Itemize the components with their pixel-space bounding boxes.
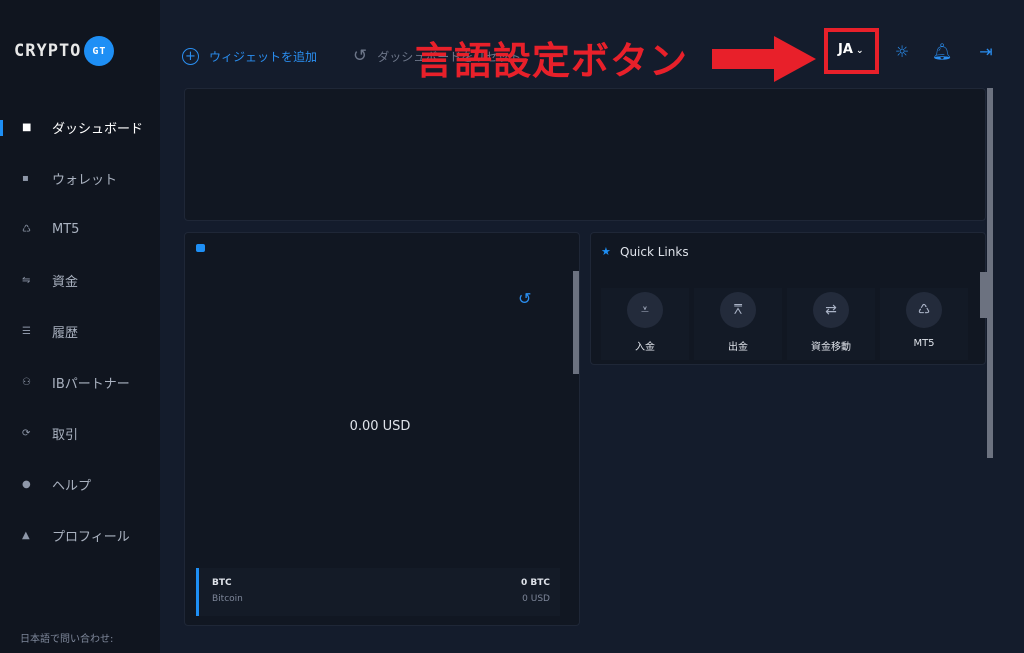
sync-icon: ⟳ [22, 428, 31, 439]
wallet-widget: ↺ 0.00 USD BTC Bitcoin 0 BTC 0 USD [184, 232, 580, 626]
bell-icon[interactable]: 🔔︎ [930, 40, 954, 62]
deposit-icon: ⩡ [627, 292, 663, 328]
logo-badge: GT [84, 36, 115, 66]
wallet-total: 0.00 USD [349, 419, 411, 434]
sidebar-item-profile[interactable]: ▲ プロフィール [0, 510, 160, 561]
asset-amount: 0 BTC [521, 578, 550, 588]
help-icon: ● [22, 479, 31, 490]
history-icon[interactable]: ↺ [518, 289, 531, 308]
quick-link-withdraw[interactable]: ⩞ 出金 [694, 288, 782, 360]
quick-link-label: MT5 [913, 338, 935, 349]
logout-icon[interactable]: ⇥ [974, 40, 998, 62]
transfer-icon: ⇋ [22, 275, 31, 286]
partner-icon: ⚇ [22, 377, 31, 388]
add-widget-label: ウィジェットを追加 [209, 49, 318, 64]
sidebar-item-label: IBパートナー [52, 377, 130, 392]
user-icon: ▲ [22, 530, 30, 541]
wallet-icon: ▪ [22, 173, 29, 184]
mt5-icon: ♺ [22, 224, 31, 235]
sidebar-item-label: MT5 [52, 222, 80, 237]
top-widget [184, 88, 986, 221]
sidebar-item-label: ウォレット [52, 173, 118, 188]
quick-links-title: Quick Links [620, 245, 689, 259]
transfer-icon: ⇄ [813, 292, 849, 328]
sidebar-item-label: 履歴 [52, 326, 79, 341]
grid-icon: ■ [22, 122, 32, 133]
quick-link-label: 入金 [635, 342, 655, 353]
star-icon: ★ [601, 245, 611, 258]
asset-name: Bitcoin [212, 594, 243, 604]
asset-row-btc[interactable]: BTC Bitcoin 0 BTC 0 USD [196, 568, 560, 616]
add-widget-button[interactable]: + ウィジェットを追加 [182, 47, 318, 65]
logo[interactable]: CRYPTO GT [14, 36, 115, 66]
annotation-arrow-icon [712, 36, 816, 82]
mt5-icon: ♺ [906, 292, 942, 328]
sidebar-item-history[interactable]: ☰ 履歴 [0, 306, 160, 357]
sidebar-item-funds[interactable]: ⇋ 資金 [0, 255, 160, 306]
sidebar-item-ib-partner[interactable]: ⚇ IBパートナー [0, 357, 160, 408]
sidebar-item-dashboard[interactable]: ■ ダッシュボード [0, 102, 160, 153]
asset-usd: 0 USD [522, 594, 550, 604]
contact-text: 日本語で問い合わせ: [20, 634, 114, 645]
sidebar-item-label: 資金 [52, 275, 79, 290]
quick-link-transfer[interactable]: ⇄ 資金移動 [787, 288, 875, 360]
theme-toggle-sun-icon[interactable]: ☼ [890, 40, 914, 62]
sidebar-nav: ■ ダッシュボード ▪ ウォレット ♺ MT5 ⇋ 資金 ☰ 履歴 ⚇ IBパートナー ⟳ 取… [0, 102, 160, 561]
wallet-icon [196, 244, 205, 252]
sidebar-item-label: プロフィール [52, 530, 130, 545]
annotation-label: 言語設定ボタン [415, 39, 689, 83]
plus-icon: + [182, 47, 199, 65]
annotation-highlight-box [824, 28, 879, 74]
quick-link-deposit[interactable]: ⩡ 入金 [601, 288, 689, 360]
sidebar-item-help[interactable]: ● ヘルプ [0, 459, 160, 510]
sidebar: CRYPTO GT ■ ダッシュボード ▪ ウォレット ♺ MT5 ⇋ 資金 ☰ 履歴 ⚇ I… [0, 0, 160, 653]
withdraw-icon: ⩞ [720, 292, 756, 328]
sidebar-item-trade[interactable]: ⟳ 取引 [0, 408, 160, 459]
quick-link-label: 資金移動 [811, 342, 851, 353]
asset-symbol: BTC [212, 578, 232, 588]
logo-text: CRYPTO [14, 41, 82, 61]
sidebar-item-mt5[interactable]: ♺ MT5 [0, 204, 160, 255]
quick-link-label: 出金 [728, 342, 748, 353]
widget-scrollbar[interactable] [573, 271, 579, 374]
quick-links-scrollbar[interactable] [980, 272, 988, 318]
sidebar-item-label: ヘルプ [52, 479, 92, 494]
sidebar-item-label: ダッシュボード [52, 122, 144, 137]
list-icon: ☰ [22, 326, 31, 337]
sidebar-item-label: 取引 [52, 428, 79, 443]
quick-link-mt5[interactable]: ♺ MT5 [880, 288, 968, 360]
undo-icon: ↺ [353, 46, 368, 66]
sidebar-item-wallet[interactable]: ▪ ウォレット [0, 153, 160, 204]
